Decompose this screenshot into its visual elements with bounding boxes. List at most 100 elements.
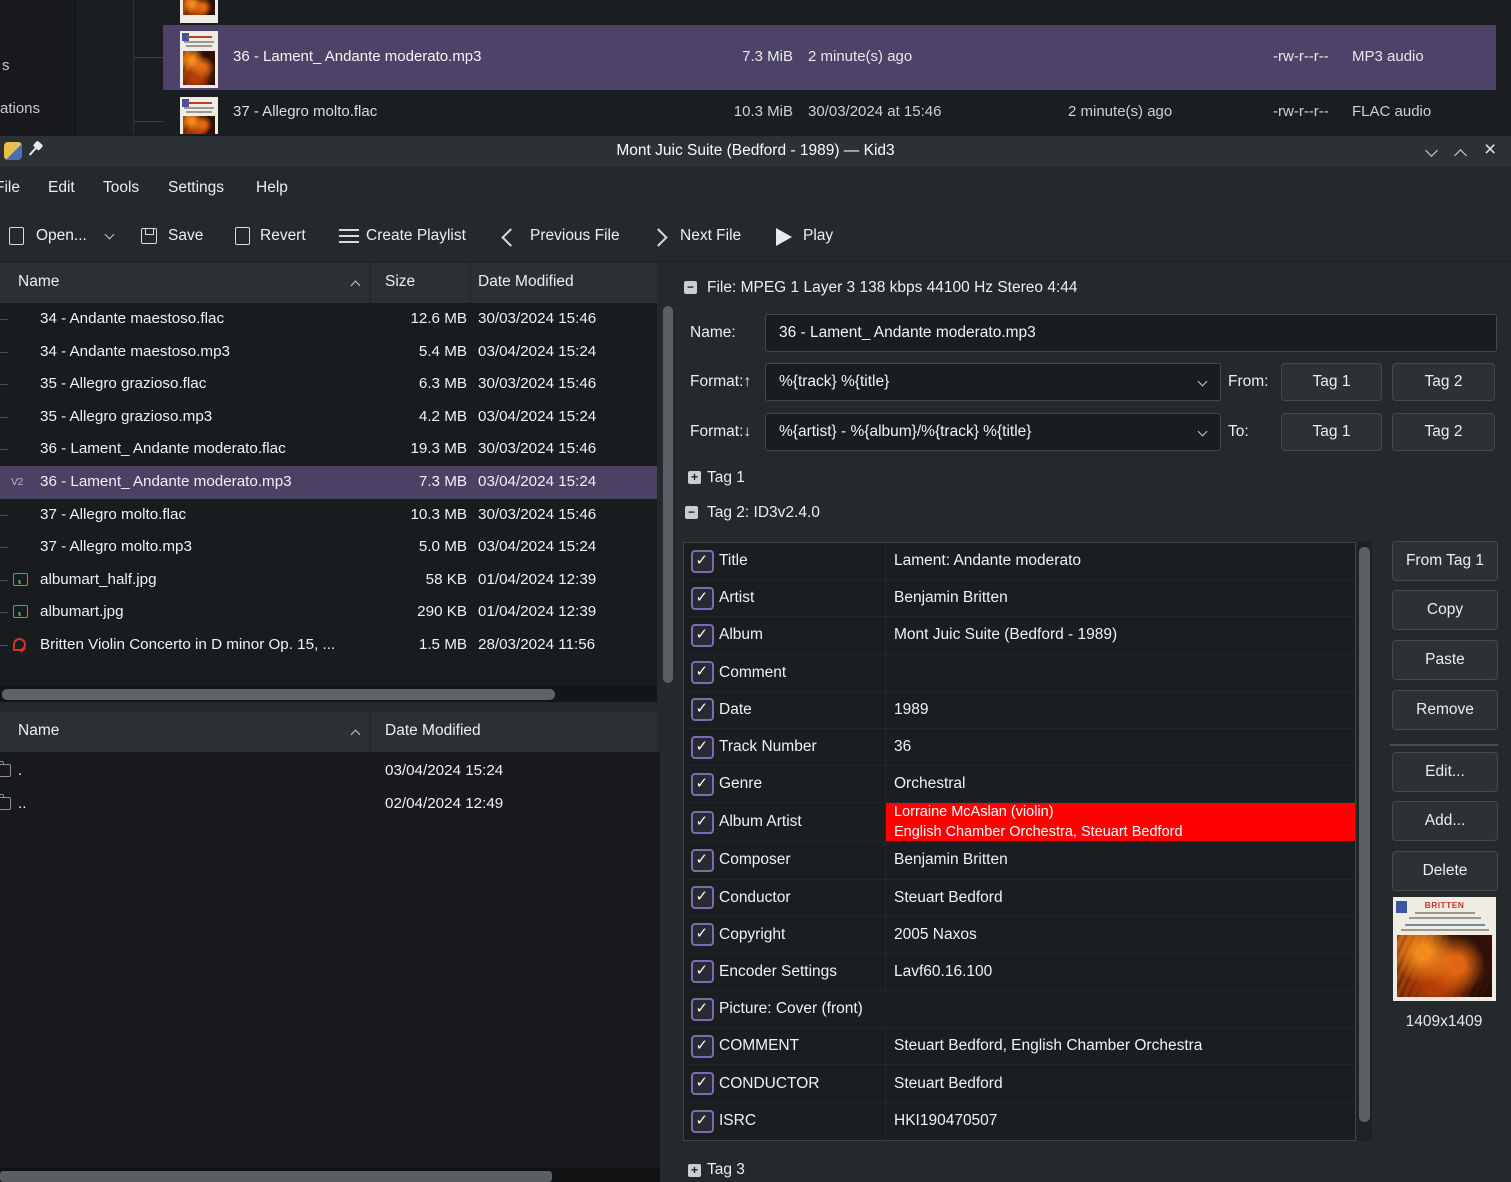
frame-value[interactable]: Steuart Bedford, English Chamber Orchest… — [885, 1028, 1355, 1064]
frame-row[interactable]: Copyright 2005 Naxos — [684, 917, 1355, 954]
tag1-section-label[interactable]: Tag 1 — [707, 469, 745, 487]
from-tag1-frames-button[interactable]: From Tag 1 — [1392, 541, 1498, 581]
dir-row[interactable]: . 03/04/2024 15:24 — [0, 754, 660, 787]
frame-value[interactable]: Benjamin Britten — [885, 580, 1355, 616]
remove-button[interactable]: Remove — [1392, 690, 1498, 730]
column-date-modified[interactable]: Date Modified — [385, 722, 481, 740]
file-row[interactable]: 37 - Allegro molto.mp35.0 MB03/04/2024 1… — [0, 531, 657, 564]
tag3-section-expander[interactable] — [688, 1164, 701, 1177]
file-row-selected[interactable]: V236 - Lament_ Andante moderato.mp37.3 M… — [0, 466, 657, 499]
from-tag2-button[interactable]: Tag 2 — [1392, 363, 1495, 401]
previous-file-button[interactable]: Previous File — [496, 218, 651, 254]
frame-checkbox[interactable] — [691, 923, 714, 946]
frame-row[interactable]: Genre Orchestral — [684, 766, 1355, 803]
close-button[interactable] — [1484, 139, 1496, 160]
column-date-modified[interactable]: Date Modified — [478, 273, 574, 291]
frame-value[interactable] — [929, 991, 1355, 1027]
frame-value[interactable]: Lavf60.16.100 — [885, 954, 1355, 990]
fm-place-label[interactable]: s — [2, 57, 10, 74]
frame-value-error[interactable]: Lorraine McAslan (violin) English Chambe… — [885, 803, 1355, 841]
frame-value[interactable]: HKI190470507 — [885, 1103, 1355, 1140]
menu-help[interactable]: Help — [256, 179, 288, 197]
fm-row-selected[interactable]: 36 - Lament_ Andante moderato.mp3 7.3 Mi… — [163, 25, 1496, 90]
open-button[interactable]: Open... — [4, 218, 129, 254]
frame-checkbox[interactable] — [691, 960, 714, 983]
fm-row[interactable]: 37 - Allegro molto.flac 10.3 MiB 30/03/2… — [163, 90, 1511, 135]
frame-value[interactable]: 1989 — [885, 692, 1355, 728]
frame-checkbox[interactable] — [691, 1110, 714, 1133]
frame-value[interactable]: Steuart Bedford — [885, 1065, 1355, 1101]
frame-row[interactable]: Date 1989 — [684, 692, 1355, 729]
album-art-preview[interactable]: BRITTEN — [1393, 897, 1496, 1001]
tag2-section-expander[interactable] — [685, 506, 698, 519]
frame-row[interactable]: CONDUCTOR Steuart Bedford — [684, 1065, 1355, 1102]
file-row[interactable]: 34 - Andante maestoso.mp35.4 MB03/04/202… — [0, 336, 657, 369]
frame-row[interactable]: ISRC HKI190470507 — [684, 1103, 1355, 1140]
frame-value[interactable]: Lament: Andante moderato — [885, 543, 1355, 579]
frame-row[interactable]: Conductor Steuart Bedford — [684, 880, 1355, 917]
file-row[interactable]: 35 - Allegro grazioso.mp34.2 MB03/04/202… — [0, 401, 657, 434]
tag1-section-expander[interactable] — [688, 471, 701, 484]
next-file-button[interactable]: Next File — [646, 218, 761, 254]
file-row[interactable]: 36 - Lament_ Andante moderato.flac19.3 M… — [0, 433, 657, 466]
frame-checkbox[interactable] — [691, 624, 714, 647]
copy-button[interactable]: Copy — [1392, 590, 1498, 630]
frame-value[interactable]: 36 — [885, 729, 1355, 765]
frame-row[interactable]: Picture: Cover (front) — [684, 991, 1355, 1028]
frame-checkbox[interactable] — [691, 587, 714, 610]
dir-row[interactable]: .. 02/04/2024 12:49 — [0, 787, 660, 820]
tag3-section-label[interactable]: Tag 3 — [707, 1161, 745, 1179]
combobox-arrow-icon[interactable] — [1198, 427, 1208, 437]
file-section-expander[interactable] — [684, 281, 697, 294]
frame-value[interactable]: 2005 Naxos — [885, 917, 1355, 953]
file-list-vscrollbar[interactable] — [663, 306, 673, 683]
add-button[interactable]: Add... — [1392, 801, 1498, 841]
create-playlist-button[interactable]: Create Playlist — [334, 218, 479, 254]
table-vscrollbar[interactable] — [1359, 547, 1370, 1122]
file-row[interactable]: 34 - Andante maestoso.flac12.6 MB30/03/2… — [0, 303, 657, 336]
column-name[interactable]: Name — [18, 273, 59, 291]
frame-row-album-artist[interactable]: Album Artist Lorraine McAslan (violin) E… — [684, 803, 1355, 842]
menu-edit[interactable]: Edit — [48, 179, 75, 197]
filename-input[interactable]: 36 - Lament_ Andante moderato.mp3 — [765, 314, 1497, 352]
save-button[interactable]: Save — [136, 218, 211, 254]
frame-value[interactable]: Mont Juic Suite (Bedford - 1989) — [885, 617, 1355, 653]
delete-button[interactable]: Delete — [1392, 851, 1498, 891]
file-row[interactable]: albumart.jpg290 KB01/04/2024 12:39 — [0, 596, 657, 629]
frame-row[interactable]: Title Lament: Andante moderato — [684, 543, 1355, 580]
frame-checkbox[interactable] — [691, 886, 714, 909]
frame-checkbox[interactable] — [691, 811, 714, 834]
frame-row[interactable]: Album Mont Juic Suite (Bedford - 1989) — [684, 617, 1355, 654]
open-dropdown-icon[interactable] — [105, 230, 115, 240]
frame-checkbox[interactable] — [691, 661, 714, 684]
to-tag1-button[interactable]: Tag 1 — [1281, 413, 1382, 451]
file-list-hscrollbar[interactable] — [2, 689, 555, 700]
dir-list-hscrollbar[interactable] — [0, 1171, 552, 1182]
menu-tools[interactable]: Tools — [103, 179, 139, 197]
edit-button[interactable]: Edit... — [1392, 752, 1498, 792]
format-to-filename-combobox[interactable]: %{artist} - %{album}/%{track} %{title} — [765, 413, 1221, 451]
frame-row[interactable]: Artist Benjamin Britten — [684, 580, 1355, 617]
frame-row[interactable]: COMMENT Steuart Bedford, English Chamber… — [684, 1028, 1355, 1065]
menu-file[interactable]: File — [0, 179, 20, 197]
frame-row[interactable]: Composer Benjamin Britten — [684, 842, 1355, 879]
tag2-section-label[interactable]: Tag 2: ID3v2.4.0 — [707, 504, 820, 522]
frame-row[interactable]: Track Number 36 — [684, 729, 1355, 766]
file-row[interactable]: albumart_half.jpg58 KB01/04/2024 12:39 — [0, 564, 657, 597]
frame-value[interactable]: Steuart Bedford — [885, 880, 1355, 916]
file-row[interactable]: Britten Violin Concerto in D minor Op. 1… — [0, 629, 657, 662]
frame-checkbox[interactable] — [691, 1072, 714, 1095]
fm-place-label[interactable]: ations — [0, 100, 40, 117]
play-button[interactable]: Play — [770, 218, 845, 254]
file-list-header[interactable]: Name Size Date Modified — [0, 262, 657, 304]
file-row[interactable]: 37 - Allegro molto.flac10.3 MB30/03/2024… — [0, 499, 657, 532]
file-row[interactable]: 35 - Allegro grazioso.flac6.3 MB30/03/20… — [0, 368, 657, 401]
column-size[interactable]: Size — [385, 273, 415, 291]
combobox-arrow-icon[interactable] — [1198, 377, 1208, 387]
frame-row[interactable]: Comment — [684, 655, 1355, 692]
from-tag1-button[interactable]: Tag 1 — [1281, 363, 1382, 401]
frame-checkbox[interactable] — [691, 698, 714, 721]
frame-checkbox[interactable] — [691, 736, 714, 759]
paste-button[interactable]: Paste — [1392, 640, 1498, 680]
revert-button[interactable]: Revert — [230, 218, 318, 254]
